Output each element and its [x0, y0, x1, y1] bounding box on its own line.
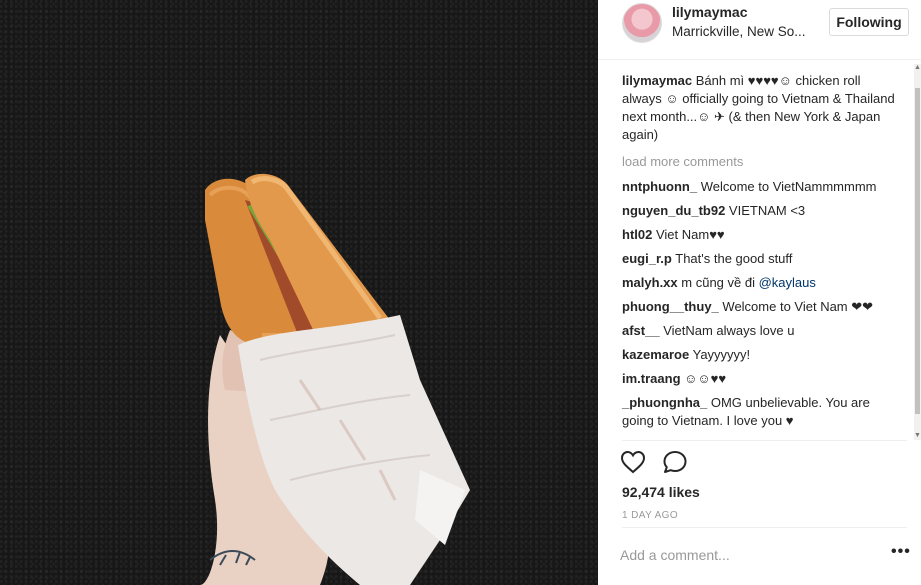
- scroll-up-arrow-icon[interactable]: ▲: [914, 64, 921, 72]
- comment-item: im.traang ☺☺♥♥: [622, 370, 900, 388]
- divider: [622, 527, 907, 528]
- comment-username[interactable]: _phuongnha_: [622, 395, 707, 410]
- comment-item: _phuongnha_ OMG unbelievable. You are go…: [622, 394, 900, 430]
- load-more-comments-link[interactable]: load more comments: [622, 154, 743, 169]
- speech-bubble-icon[interactable]: [662, 450, 690, 476]
- comment-mention-link[interactable]: @kaylaus: [759, 275, 816, 290]
- comment-text: m cũng về đi: [681, 275, 759, 290]
- comment-item: nguyen_du_tb92 VIETNAM <3: [622, 202, 900, 220]
- comment-username[interactable]: afst__: [622, 323, 660, 338]
- post-timestamp[interactable]: 1 DAY AGO: [622, 510, 678, 521]
- scroll-down-arrow-icon[interactable]: ▼: [914, 432, 921, 440]
- comment-username[interactable]: phuong__thuy_: [622, 299, 719, 314]
- divider: [622, 440, 907, 441]
- comment-text: VietNam always love u: [663, 323, 795, 338]
- heart-icon[interactable]: [620, 450, 648, 476]
- comment-item: phuong__thuy_ Welcome to Viet Nam ❤❤: [622, 298, 900, 316]
- scroll-thumb[interactable]: [915, 88, 920, 414]
- post-side-panel: lilymaymac Marrickville, New So... Follo…: [598, 0, 921, 585]
- avatar[interactable]: [622, 3, 662, 43]
- comment-text: Viet Nam♥♥: [655, 227, 725, 242]
- comment-username[interactable]: nntphuonn_: [622, 179, 697, 194]
- post-actions: [620, 450, 700, 476]
- comment-text: ☺☺♥♥: [684, 371, 727, 386]
- comment-text: Yayyyyyy!: [692, 347, 751, 362]
- comment-text: Welcome to VietNammmmmm: [700, 179, 877, 194]
- caption-username[interactable]: lilymaymac: [622, 73, 692, 88]
- banh-mi-photo: [200, 173, 470, 585]
- comment-item: malyh.xx m cũng về đi @kaylaus: [622, 274, 900, 292]
- comment-item: htl02 Viet Nam♥♥: [622, 226, 900, 244]
- comment-username[interactable]: malyh.xx: [622, 275, 678, 290]
- post-header: lilymaymac Marrickville, New So... Follo…: [598, 0, 921, 60]
- post-location[interactable]: Marrickville, New So...: [672, 24, 812, 39]
- post-caption: lilymaymac Bánh mì ♥♥♥♥☺ chicken roll al…: [622, 72, 900, 144]
- ellipsis-icon[interactable]: •••: [891, 544, 911, 563]
- comment-username[interactable]: kazemaroe: [622, 347, 689, 362]
- comments-section: lilymaymac Bánh mì ♥♥♥♥☺ chicken roll al…: [598, 61, 921, 439]
- comment-list: nntphuonn_ Welcome to VietNammmmmm nguye…: [622, 178, 900, 436]
- comment-item: eugi_r.p That's the good stuff: [622, 250, 900, 268]
- comment-username[interactable]: im.traang: [622, 371, 681, 386]
- likes-count[interactable]: 92,474 likes: [622, 484, 700, 500]
- comment-text: VIETNAM <3: [728, 203, 806, 218]
- comment-username[interactable]: eugi_r.p: [622, 251, 672, 266]
- comment-item: nntphuonn_ Welcome to VietNammmmmm: [622, 178, 900, 196]
- comment-text: Welcome to Viet Nam ❤❤: [722, 299, 874, 314]
- comment-item: afst__ VietNam always love u: [622, 322, 900, 340]
- post-username[interactable]: lilymaymac: [672, 4, 748, 20]
- comment-text: That's the good stuff: [675, 251, 793, 266]
- comments-scrollbar[interactable]: ▲ ▼: [914, 64, 921, 440]
- post-photo[interactable]: [0, 0, 598, 585]
- comment-item: kazemaroe Yayyyyyy!: [622, 346, 900, 364]
- following-button[interactable]: Following: [829, 8, 909, 36]
- comment-username[interactable]: nguyen_du_tb92: [622, 203, 725, 218]
- add-comment-input[interactable]: [620, 543, 870, 567]
- comment-username[interactable]: htl02: [622, 227, 652, 242]
